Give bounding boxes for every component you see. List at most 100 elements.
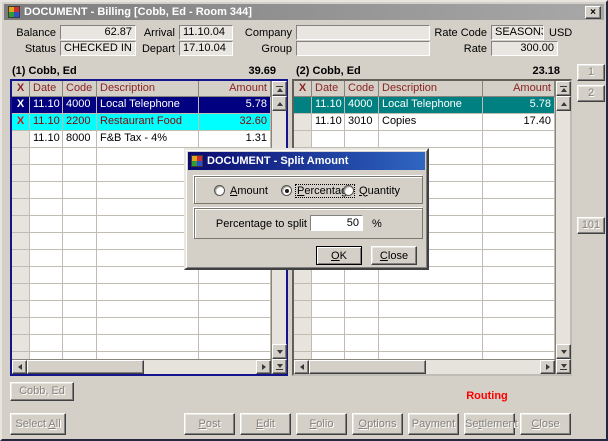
grid-cell (97, 335, 199, 351)
grid-cell (12, 318, 30, 334)
empty-grid-row (12, 318, 271, 335)
grid-cell (483, 233, 555, 249)
grid-cell (379, 284, 483, 300)
rate-code-field[interactable]: SEASON3 (491, 25, 544, 40)
radio-amount[interactable]: Amount (214, 184, 269, 197)
edit-button[interactable]: Edit (240, 413, 291, 435)
hscroll-thumb[interactable] (27, 360, 144, 374)
select-all-button[interactable]: Select All (10, 413, 66, 435)
grid-cell: Amount (483, 81, 555, 96)
grid-cell (483, 335, 555, 351)
radio-circle-icon[interactable] (214, 185, 225, 196)
grid-cell: 32.60 (199, 114, 271, 130)
grid-cell: 4000 (63, 97, 97, 113)
horizontal-scrollbar[interactable] (12, 359, 271, 374)
arrival-field[interactable]: 11.10.04 (179, 25, 233, 40)
post-button[interactable]: Post (184, 413, 235, 435)
empty-grid-row (12, 284, 271, 301)
grid-cell (12, 267, 30, 283)
close-button[interactable]: Close (520, 413, 571, 435)
percentage-input[interactable] (310, 215, 363, 231)
grid-cell (97, 352, 199, 359)
grid-cell (483, 182, 555, 198)
window-close-icon[interactable]: × (585, 6, 601, 19)
grid-cell (312, 352, 345, 359)
scroll-right-icon[interactable] (540, 360, 555, 374)
settlement-button[interactable]: Settlement (464, 413, 515, 435)
scroll-right-icon[interactable] (256, 360, 271, 374)
company-field[interactable] (296, 25, 430, 40)
grid-cell: Date (312, 81, 345, 96)
grid-cell (12, 148, 30, 164)
vscroll-track[interactable] (556, 111, 570, 344)
grid-cell (294, 114, 312, 130)
scroll-left-icon[interactable] (294, 360, 309, 374)
rate-label: Rate (430, 43, 487, 56)
window-2-button[interactable]: 2 (577, 85, 605, 102)
grid-cell (12, 352, 30, 359)
company-label: Company (235, 27, 292, 40)
scroll-top-icon[interactable] (556, 81, 571, 96)
radio-circle-icon[interactable] (343, 185, 354, 196)
grid-cell (63, 335, 97, 351)
grid-cell (199, 352, 271, 359)
currency-label: USD (549, 27, 572, 40)
app-icon (8, 6, 20, 18)
dialog-app-icon (191, 155, 203, 167)
grid-cell (345, 131, 379, 147)
scroll-top-icon[interactable] (272, 81, 287, 96)
grid-cell (312, 131, 345, 147)
grid-cell (294, 335, 312, 351)
radio-quantity[interactable]: Quantity (343, 184, 401, 197)
folio-line-row[interactable]: 11.108000F&B Tax - 4%1.31 (12, 131, 271, 148)
grid-cell: 4000 (345, 97, 379, 113)
grid-cell (30, 250, 63, 266)
folio-line-row[interactable]: 11.104000Local Telephone5.78 (294, 97, 555, 114)
scroll-bottom-icon[interactable] (556, 359, 571, 374)
grid-cell: 2200 (63, 114, 97, 130)
hscroll-track[interactable] (144, 360, 256, 374)
folio-button[interactable]: Folio (296, 413, 347, 435)
hscroll-track[interactable] (426, 360, 540, 374)
ok-button[interactable]: OK (316, 246, 362, 265)
status-field[interactable]: CHECKED IN (60, 41, 136, 56)
grid-cell: Local Telephone (379, 97, 483, 113)
vertical-scrollbar[interactable] (555, 81, 570, 374)
grid-cell (483, 267, 555, 283)
balance-field[interactable]: 62.87 (60, 25, 136, 40)
window-1-button[interactable]: 1 (577, 64, 605, 81)
scroll-up-icon[interactable] (272, 96, 287, 111)
group-field[interactable] (296, 41, 430, 56)
scroll-left-icon[interactable] (12, 360, 27, 374)
grid-cell (30, 352, 63, 359)
grid-cell (483, 131, 555, 147)
scroll-up-icon[interactable] (556, 96, 571, 111)
grid-cell: 11.10 (30, 131, 63, 147)
folio-line-row[interactable]: X11.104000Local Telephone5.78 (12, 97, 271, 114)
grid-cell (312, 284, 345, 300)
scroll-down-icon[interactable] (272, 344, 287, 359)
grid-cell: Description (379, 81, 483, 96)
horizontal-scrollbar[interactable] (294, 359, 555, 374)
scroll-bottom-icon[interactable] (272, 359, 287, 374)
folio-line-row[interactable]: X11.102200Restaurant Food32.60 (12, 114, 271, 131)
empty-grid-row (12, 352, 271, 359)
radio-circle-icon[interactable] (281, 185, 292, 196)
grid2-total: 23.18 (532, 65, 560, 78)
grid-cell: Copies (379, 114, 483, 130)
grid-cell: 11.10 (312, 97, 345, 113)
options-button[interactable]: Options (352, 413, 403, 435)
empty-grid-row (12, 335, 271, 352)
payment-button[interactable]: Payment (408, 413, 459, 435)
grid-cell (97, 318, 199, 334)
rate-field[interactable]: 300.00 (491, 41, 558, 56)
grid-cell (12, 233, 30, 249)
hscroll-thumb[interactable] (309, 360, 426, 374)
dialog-close-button[interactable]: Close (371, 246, 417, 265)
folio-line-row[interactable]: 11.103010Copies17.40 (294, 114, 555, 131)
window-titlebar: DOCUMENT - Billing [Cobb, Ed - Room 344]… (4, 4, 604, 20)
scroll-down-icon[interactable] (556, 344, 571, 359)
window-101-button[interactable]: 101 (577, 217, 605, 234)
depart-field[interactable]: 17.10.04 (179, 41, 233, 56)
folio-tab-cobb-ed[interactable]: Cobb, Ed (10, 382, 74, 401)
